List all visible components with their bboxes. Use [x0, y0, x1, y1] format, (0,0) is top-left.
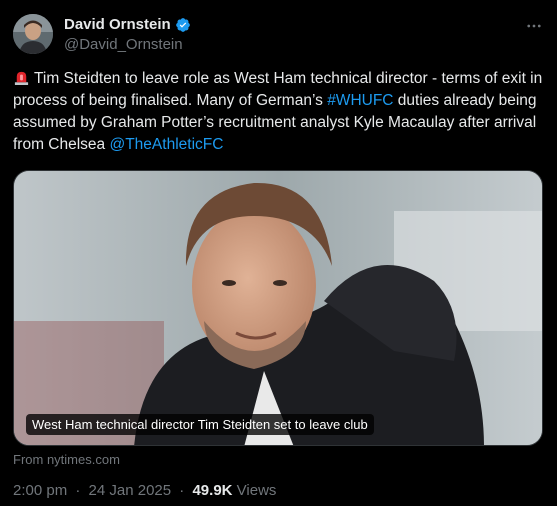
- views-label: Views: [236, 482, 277, 499]
- views-count: 49.9K: [192, 482, 233, 499]
- avatar[interactable]: [13, 14, 53, 54]
- author-handle[interactable]: @David_Ornstein: [64, 36, 191, 53]
- author-display-name[interactable]: David Ornstein: [64, 16, 171, 33]
- card-caption: West Ham technical director Tim Steidten…: [26, 414, 374, 435]
- tweet-date[interactable]: 24 Jan 2025: [89, 482, 172, 499]
- verified-badge-icon: [175, 17, 191, 33]
- tweet-header: David Ornstein @David_Ornstein: [13, 14, 544, 56]
- link-card-image[interactable]: West Ham technical director Tim Steidten…: [13, 170, 543, 446]
- more-options-icon[interactable]: [524, 16, 544, 36]
- tweet-meta: 2:00 pm · 24 Jan 2025 · 49.9K Views: [13, 482, 276, 499]
- separator-dot: ·: [75, 482, 81, 499]
- tweet-text: Tim Steidten to leave role as West Ham t…: [13, 68, 543, 156]
- tweet: David Ornstein @David_Ornstein Tim Steid…: [0, 0, 557, 506]
- card-source[interactable]: From nytimes.com: [13, 452, 120, 467]
- tweet-time[interactable]: 2:00 pm: [13, 482, 67, 499]
- mention-link[interactable]: @TheAthleticFC: [109, 136, 223, 153]
- author-names: David Ornstein @David_Ornstein: [64, 16, 191, 53]
- hashtag-link[interactable]: #WHUFC: [327, 92, 393, 109]
- siren-icon: [13, 69, 30, 86]
- card-photo: [14, 171, 542, 445]
- separator-dot: ·: [179, 482, 185, 499]
